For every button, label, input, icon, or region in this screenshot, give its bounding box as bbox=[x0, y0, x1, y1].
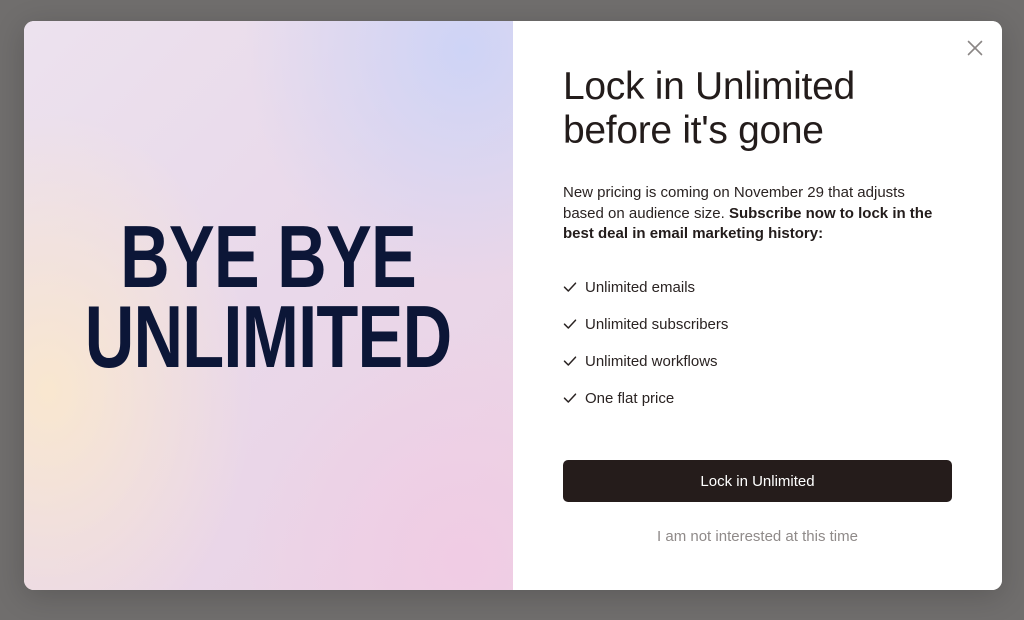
lock-in-unlimited-button[interactable]: Lock in Unlimited bbox=[563, 460, 952, 502]
check-icon bbox=[563, 282, 577, 292]
hero-title-line-1: BYE BYE bbox=[120, 206, 418, 306]
hero-title: BYE BYE UNLIMITED bbox=[85, 206, 452, 386]
hero-panel: BYE BYE UNLIMITED bbox=[24, 21, 513, 590]
check-icon bbox=[563, 393, 577, 403]
check-icon bbox=[563, 319, 577, 329]
promo-modal: BYE BYE UNLIMITED Lock in Unlimited befo… bbox=[24, 21, 1002, 590]
feature-item: Unlimited workflows bbox=[563, 343, 952, 380]
decline-link[interactable]: I am not interested at this time bbox=[563, 528, 952, 545]
feature-label: Unlimited emails bbox=[585, 278, 696, 296]
hero-title-line-2: UNLIMITED bbox=[85, 286, 452, 386]
feature-item: Unlimited emails bbox=[563, 269, 952, 306]
feature-list: Unlimited emails Unlimited subscribers U… bbox=[563, 269, 952, 417]
feature-label: One flat price bbox=[585, 389, 675, 407]
feature-label: Unlimited subscribers bbox=[585, 315, 729, 333]
close-button[interactable] bbox=[960, 33, 990, 63]
intro-text: New pricing is coming on November 29 tha… bbox=[563, 183, 941, 245]
content-panel: Lock in Unlimited before it's gone New p… bbox=[513, 21, 1002, 590]
feature-label: Unlimited workflows bbox=[585, 352, 718, 370]
feature-item: Unlimited subscribers bbox=[563, 306, 952, 343]
feature-item: One flat price bbox=[563, 380, 952, 417]
check-icon bbox=[563, 356, 577, 366]
close-icon bbox=[967, 40, 983, 56]
modal-headline: Lock in Unlimited before it's gone bbox=[563, 65, 855, 152]
